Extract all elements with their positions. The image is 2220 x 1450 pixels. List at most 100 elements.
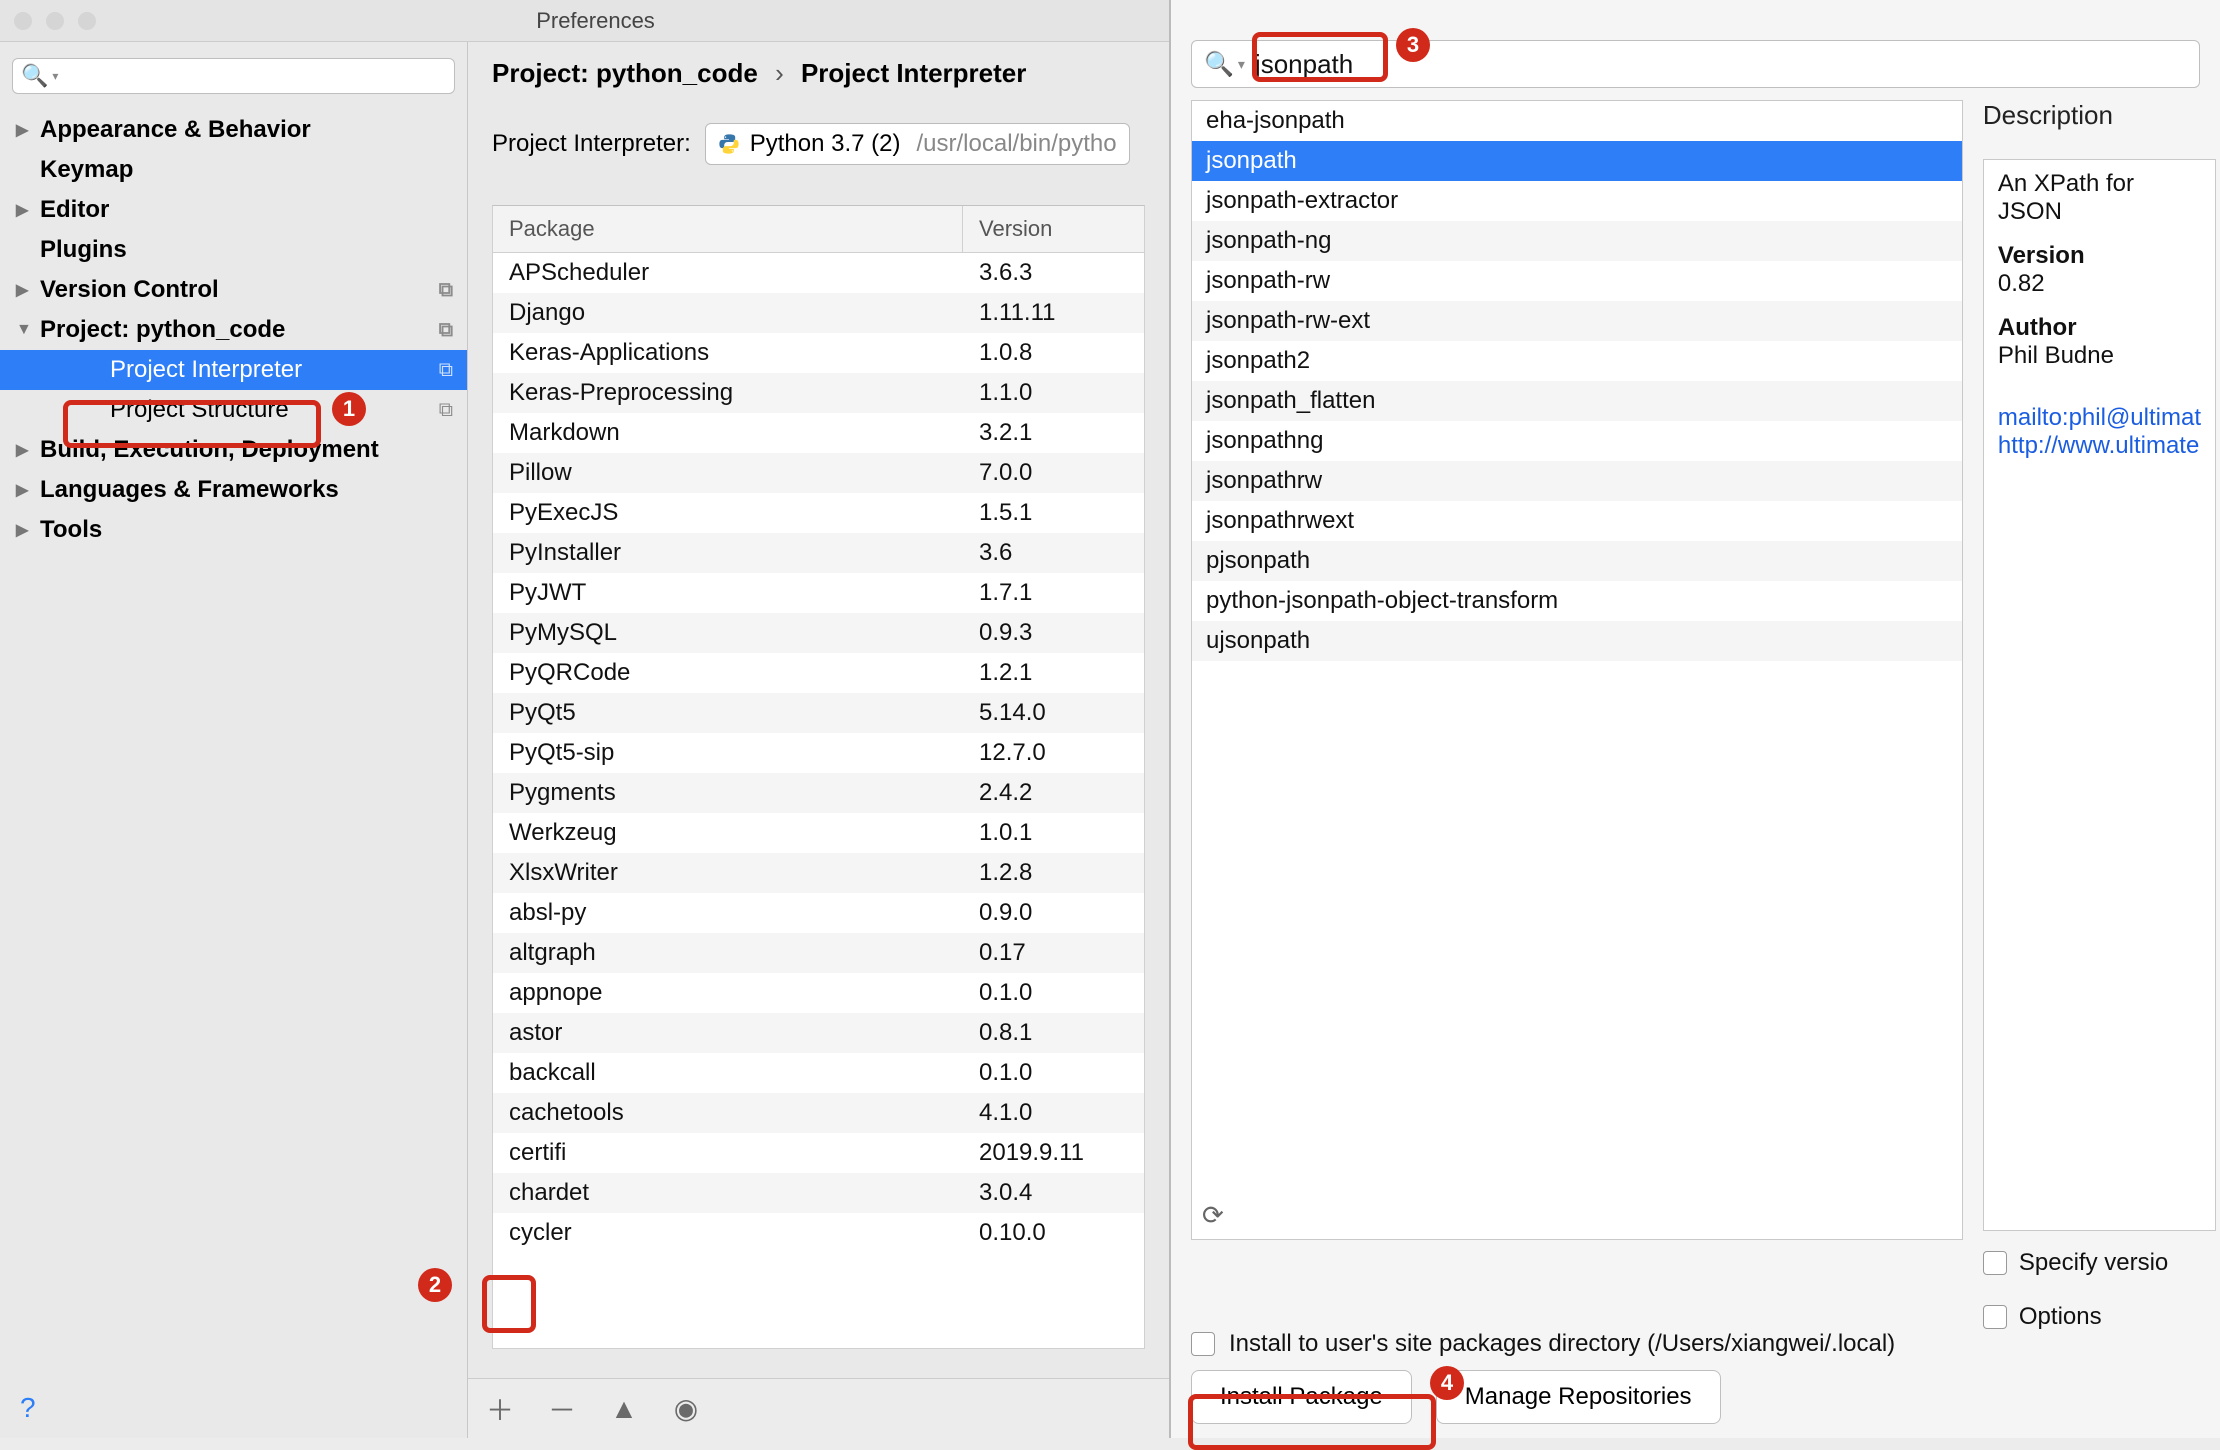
package-version: 3.0.4 [963,1173,1144,1213]
refresh-icon[interactable]: ⟳ [1202,1200,1224,1231]
project-url-link[interactable]: http://www.ultimate [1998,432,2201,460]
dropdown-caret-icon: ▾ [1238,56,1245,73]
zoom-window-icon[interactable] [78,12,96,30]
install-to-user-label: Install to user's site packages director… [1229,1330,1895,1358]
list-item[interactable]: jsonpath-extractor [1192,181,1962,221]
sidebar-item-label: Tools [40,516,102,544]
help-button[interactable]: ? [20,1392,36,1424]
table-row[interactable]: appnope0.1.0 [493,973,1144,1013]
close-window-icon[interactable] [14,12,32,30]
list-item[interactable]: jsonpath-rw-ext [1192,301,1962,341]
package-name: PyExecJS [493,493,963,533]
package-version: 1.0.8 [963,333,1144,373]
package-version: 0.1.0 [963,1053,1144,1093]
table-row[interactable]: PyQRCode1.2.1 [493,653,1144,693]
table-row[interactable]: PyJWT1.7.1 [493,573,1144,613]
list-item[interactable]: jsonpathrwext [1192,501,1962,541]
package-search-input[interactable]: 🔍 ▾ jsonpath [1191,40,2200,88]
list-item[interactable]: jsonpathrw [1192,461,1962,501]
table-row[interactable]: certifi2019.9.11 [493,1133,1144,1173]
available-packages-list[interactable]: eha-jsonpathjsonpathjsonpath-extractorjs… [1191,100,1963,1240]
table-row[interactable]: Keras-Preprocessing1.1.0 [493,373,1144,413]
install-to-user-row: Install to user's site packages director… [1191,1330,1895,1358]
version-value: 0.82 [1998,270,2201,298]
sidebar-item-build-execution-deployment[interactable]: ▶Build, Execution, Deployment [0,430,467,470]
sidebar-item-project-interpreter[interactable]: Project Interpreter⧉ [0,350,467,390]
col-package[interactable]: Package [493,206,963,252]
list-item[interactable]: jsonpath-ng [1192,221,1962,261]
package-version: 0.8.1 [963,1013,1144,1053]
table-row[interactable]: PyExecJS1.5.1 [493,493,1144,533]
sidebar-item-plugins[interactable]: Plugins [0,230,467,270]
list-item[interactable]: eha-jsonpath [1192,101,1962,141]
show-early-releases-button[interactable]: ◉ [668,1391,704,1427]
package-name: Werkzeug [493,813,963,853]
table-row[interactable]: PyMySQL0.9.3 [493,613,1144,653]
table-row[interactable]: astor0.8.1 [493,1013,1144,1053]
add-package-button[interactable]: ＋ [482,1391,518,1427]
table-row[interactable]: absl-py0.9.0 [493,893,1144,933]
install-package-button[interactable]: Install Package [1191,1370,1412,1424]
package-name: XlsxWriter [493,853,963,893]
install-to-user-checkbox[interactable] [1191,1332,1215,1356]
package-version: 0.17 [963,933,1144,973]
sidebar-item-label: Project Structure [110,396,289,424]
package-version: 4.1.0 [963,1093,1144,1133]
version-label: Version [1998,242,2201,270]
sidebar-item-languages-frameworks[interactable]: ▶Languages & Frameworks [0,470,467,510]
table-row[interactable]: APScheduler3.6.3 [493,253,1144,293]
sidebar-item-tools[interactable]: ▶Tools [0,510,467,550]
sidebar-item-project-python-code[interactable]: ▼Project: python_code⧉ [0,310,467,350]
sidebar-search-input[interactable]: 🔍▾ [12,58,455,94]
list-item[interactable]: jsonpath [1192,141,1962,181]
package-name: PyQt5-sip [493,733,963,773]
description-block: An XPath for JSON Version 0.82 Author Ph… [1983,159,2216,1231]
table-row[interactable]: cachetools4.1.0 [493,1093,1144,1133]
remove-package-button[interactable]: － [544,1391,580,1427]
table-row[interactable]: PyQt55.14.0 [493,693,1144,733]
table-row[interactable]: Pillow7.0.0 [493,453,1144,493]
specify-version-checkbox[interactable] [1983,1251,2007,1275]
package-name: altgraph [493,933,963,973]
interpreter-select[interactable]: Python 3.7 (2) /usr/local/bin/pytho [705,123,1130,165]
preferences-content: Project: python_code › Project Interpret… [468,42,1169,1438]
options-checkbox[interactable] [1983,1305,2007,1329]
table-row[interactable]: altgraph0.17 [493,933,1144,973]
col-version[interactable]: Version [963,206,1144,252]
package-version: 0.1.0 [963,973,1144,1013]
package-name: cycler [493,1213,963,1253]
author-mail-link[interactable]: mailto:phil@ultimat [1998,404,2201,432]
table-row[interactable]: cycler0.10.0 [493,1213,1144,1253]
manage-repositories-button[interactable]: Manage Repositories [1436,1370,1721,1424]
minimize-window-icon[interactable] [46,12,64,30]
table-row[interactable]: Markdown3.2.1 [493,413,1144,453]
package-name: Keras-Applications [493,333,963,373]
table-row[interactable]: Keras-Applications1.0.8 [493,333,1144,373]
list-item[interactable]: python-jsonpath-object-transform [1192,581,1962,621]
package-name: Markdown [493,413,963,453]
sidebar-item-appearance-behavior[interactable]: ▶Appearance & Behavior [0,110,467,150]
package-version: 1.5.1 [963,493,1144,533]
table-row[interactable]: chardet3.0.4 [493,1173,1144,1213]
table-row[interactable]: Werkzeug1.0.1 [493,813,1144,853]
list-item[interactable]: pjsonpath [1192,541,1962,581]
table-row[interactable]: Django1.11.11 [493,293,1144,333]
list-item[interactable]: jsonpath-rw [1192,261,1962,301]
list-item[interactable]: ujsonpath [1192,621,1962,661]
sidebar-item-version-control[interactable]: ▶Version Control⧉ [0,270,467,310]
sidebar-item-editor[interactable]: ▶Editor [0,190,467,230]
table-row[interactable]: XlsxWriter1.2.8 [493,853,1144,893]
sidebar-item-keymap[interactable]: Keymap [0,150,467,190]
table-row[interactable]: Pygments2.4.2 [493,773,1144,813]
list-item[interactable]: jsonpathng [1192,421,1962,461]
list-item[interactable]: jsonpath_flatten [1192,381,1962,421]
sidebar-item-project-structure[interactable]: Project Structure⧉ [0,390,467,430]
upgrade-package-button[interactable]: ▲ [606,1391,642,1427]
list-item[interactable]: jsonpath2 [1192,341,1962,381]
table-row[interactable]: backcall0.1.0 [493,1053,1144,1093]
breadcrumb-page: Project Interpreter [801,58,1026,88]
table-row[interactable]: PyQt5-sip12.7.0 [493,733,1144,773]
packages-header: Package Version [493,206,1144,253]
specify-version-row: Specify versio [1983,1249,2216,1277]
table-row[interactable]: PyInstaller3.6 [493,533,1144,573]
